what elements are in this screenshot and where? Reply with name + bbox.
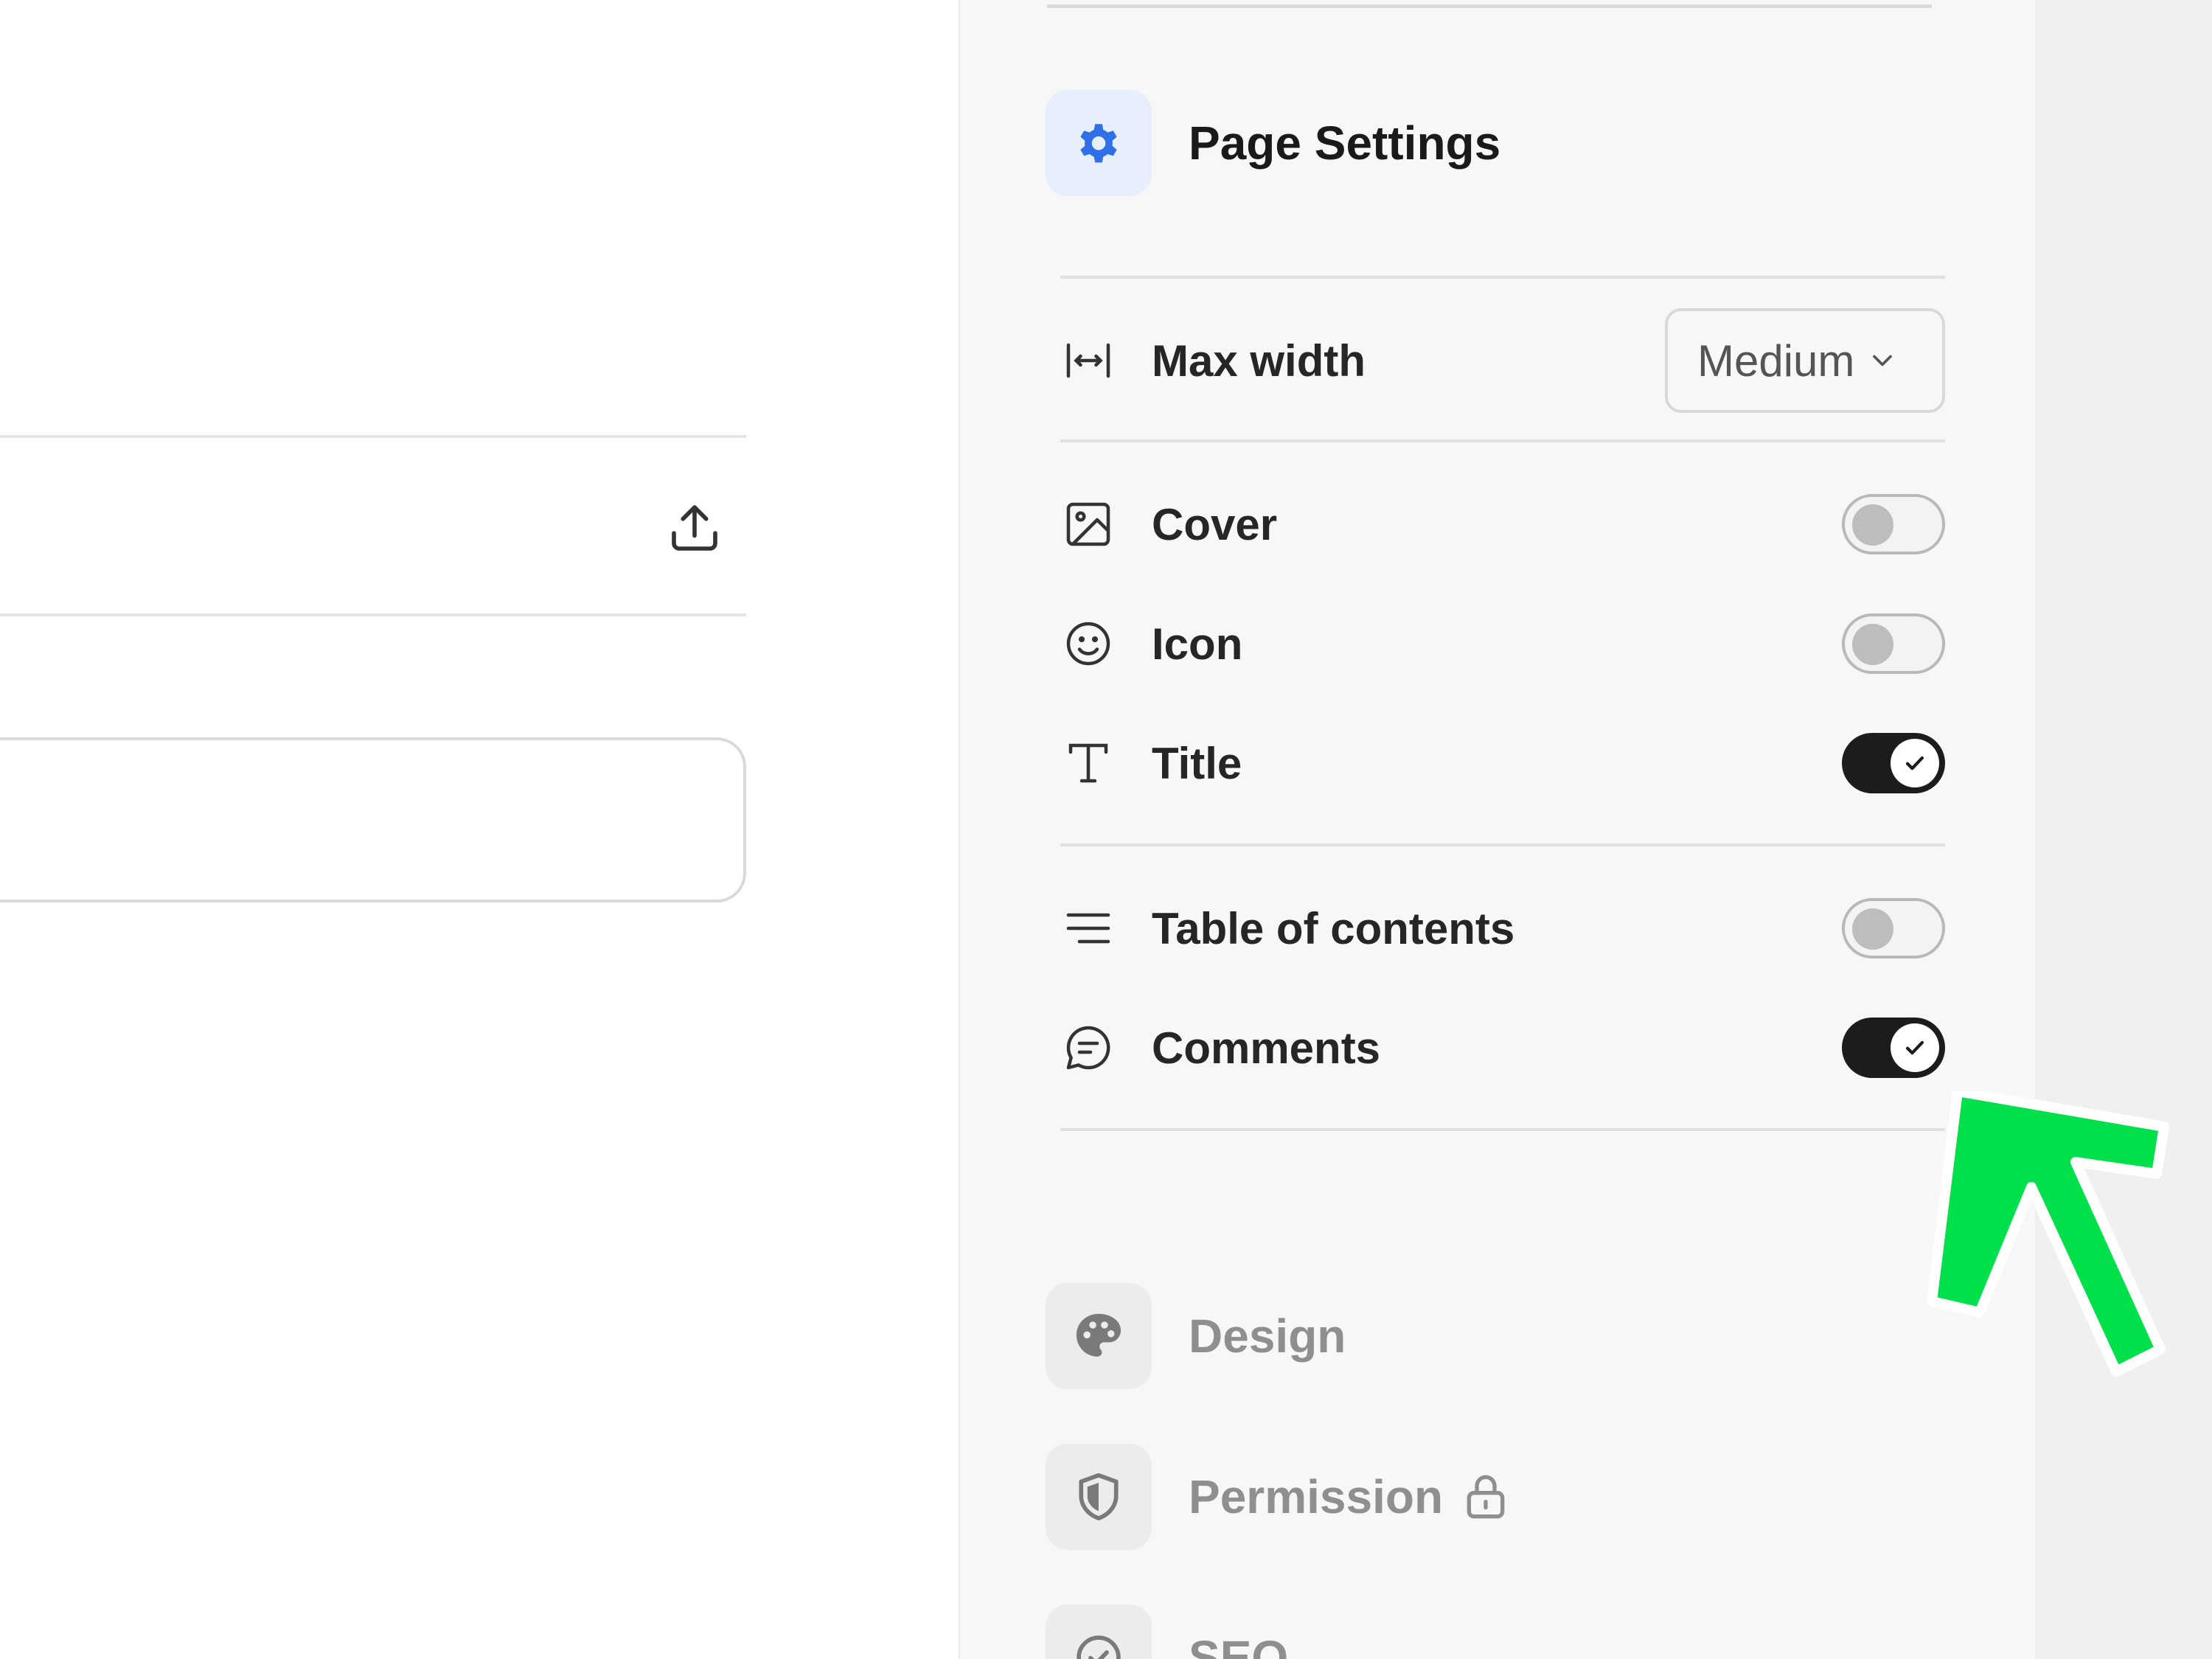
nav-seo-label: SEO	[1189, 1631, 1289, 1659]
cover-label: Cover	[1152, 499, 1278, 549]
smiley-icon	[1060, 616, 1116, 672]
cover-toggle[interactable]	[1842, 494, 1945, 554]
divider	[0, 613, 746, 616]
toggle-knob	[1852, 624, 1893, 665]
permission-icon-tile	[1046, 1444, 1152, 1550]
image-icon	[1060, 496, 1116, 552]
max-width-label: Max width	[1152, 335, 1366, 386]
settings-icon-tile	[1046, 90, 1152, 196]
comment-icon	[1060, 1020, 1116, 1076]
comments-toggle[interactable]	[1842, 1018, 1945, 1078]
max-width-select[interactable]: Medium	[1665, 308, 1945, 413]
nav-permission-label: Permission	[1189, 1470, 1444, 1523]
settings-panel: Page Settings Max width Medium Cover Ico…	[959, 0, 2035, 1659]
title-label: Title	[1152, 738, 1242, 788]
toc-toggle[interactable]	[1842, 898, 1945, 959]
check-icon	[1905, 756, 1924, 771]
text-input-box[interactable]	[0, 737, 746, 902]
nav-design[interactable]: Design	[1046, 1283, 1346, 1389]
divider	[0, 435, 746, 438]
icon-toggle[interactable]	[1842, 613, 1945, 674]
divider	[1047, 4, 1932, 8]
max-width-icon	[1060, 333, 1116, 389]
divider	[1060, 844, 1945, 846]
max-width-value: Medium	[1697, 335, 1855, 386]
toggle-knob	[1891, 1023, 1939, 1072]
page-title: Page Settings	[1189, 116, 1501, 170]
toc-row: Table of contents	[1060, 898, 1945, 959]
chevron-down-icon	[1873, 355, 1893, 366]
divider	[1060, 439, 1945, 442]
check-icon	[1905, 1040, 1924, 1055]
nav-permission[interactable]: Permission	[1046, 1444, 1509, 1550]
seo-icon	[1077, 1635, 1121, 1659]
cover-row: Cover	[1060, 494, 1945, 554]
upload-icon[interactable]	[664, 497, 726, 559]
toggle-knob	[1891, 739, 1939, 787]
list-icon	[1060, 900, 1116, 956]
icon-row: Icon	[1060, 613, 1945, 674]
palette-icon	[1076, 1313, 1121, 1357]
divider	[1060, 276, 1945, 279]
nav-seo[interactable]: SEO	[1046, 1604, 1288, 1659]
comments-label: Comments	[1152, 1023, 1381, 1073]
max-width-row: Max width Medium	[1060, 308, 1945, 413]
lock-icon	[1467, 1475, 1505, 1519]
text-icon	[1060, 735, 1116, 791]
page-settings-header: Page Settings	[1046, 90, 1500, 196]
toc-label: Table of contents	[1152, 903, 1515, 953]
seo-icon-tile	[1046, 1604, 1152, 1659]
shield-icon	[1079, 1473, 1119, 1520]
page-canvas	[0, 0, 959, 1659]
title-row: Title	[1060, 733, 1945, 793]
gear-icon	[1080, 124, 1117, 163]
icon-label: Icon	[1152, 619, 1243, 669]
toggle-knob	[1852, 908, 1893, 950]
nav-design-label: Design	[1189, 1310, 1346, 1363]
toggle-knob	[1852, 504, 1893, 546]
divider	[1060, 1128, 1945, 1131]
design-icon-tile	[1046, 1283, 1152, 1389]
title-toggle[interactable]	[1842, 733, 1945, 793]
annotation-arrow-icon	[1927, 1091, 2169, 1377]
comments-row: Comments	[1060, 1018, 1945, 1078]
